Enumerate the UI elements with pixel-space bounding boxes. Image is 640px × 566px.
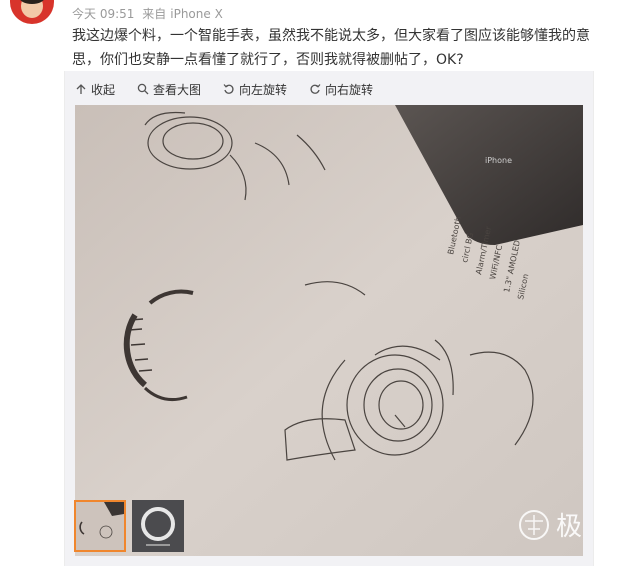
collapse-label: 收起 (91, 82, 116, 97)
site-watermark: 极 (512, 505, 632, 555)
watermark-text: 极 (556, 512, 582, 542)
thumbnail-sketch-preview (76, 502, 124, 550)
watermark-logo-icon: 极 (519, 510, 582, 542)
media-toolbar: 收起 查看大图 向左旋转 向右旋转 (65, 71, 385, 107)
post-source-prefix: 来自 (142, 7, 167, 21)
view-large-label: 查看大图 (153, 82, 202, 97)
thumbnail-sketch[interactable] (74, 500, 126, 552)
rotate-right-button[interactable]: 向右旋转 (309, 81, 373, 98)
sketch-photo[interactable]: iPhone Bluetooth circl BG Alarm/Timer Wi… (75, 105, 583, 556)
rotate-right-label: 向右旋转 (325, 82, 374, 97)
rotate-right-icon (310, 84, 321, 94)
rotate-left-label: 向左旋转 (239, 82, 288, 97)
media-card: 收起 查看大图 向左旋转 向右旋转 iPhone Bluetooth circl… (64, 71, 594, 566)
post-time: 今天 09:51 (72, 7, 135, 21)
arrow-up-icon (76, 84, 86, 94)
avatar[interactable] (10, 0, 54, 24)
rotate-left-icon (223, 84, 234, 94)
post-text: 我这边爆个料，一个智能手表，虽然我不能说太多，但大家看了图应该能够懂我的意思，你… (72, 28, 590, 68)
thumbnail-band-preview (132, 500, 184, 552)
view-large-button[interactable]: 查看大图 (137, 81, 201, 98)
post-device[interactable]: iPhone X (170, 7, 223, 21)
thumbnail-strip (74, 500, 190, 552)
phone-brand: iPhone (485, 156, 512, 165)
collapse-button[interactable]: 收起 (75, 81, 115, 98)
thumbnail-band[interactable] (132, 500, 184, 552)
sketch-drawing: iPhone Bluetooth circl BG Alarm/Timer Wi… (75, 105, 583, 556)
post-meta: 今天 09:51 来自 iPhone X (72, 5, 227, 22)
rotate-left-button[interactable]: 向左旋转 (223, 81, 287, 98)
search-icon (137, 83, 149, 95)
